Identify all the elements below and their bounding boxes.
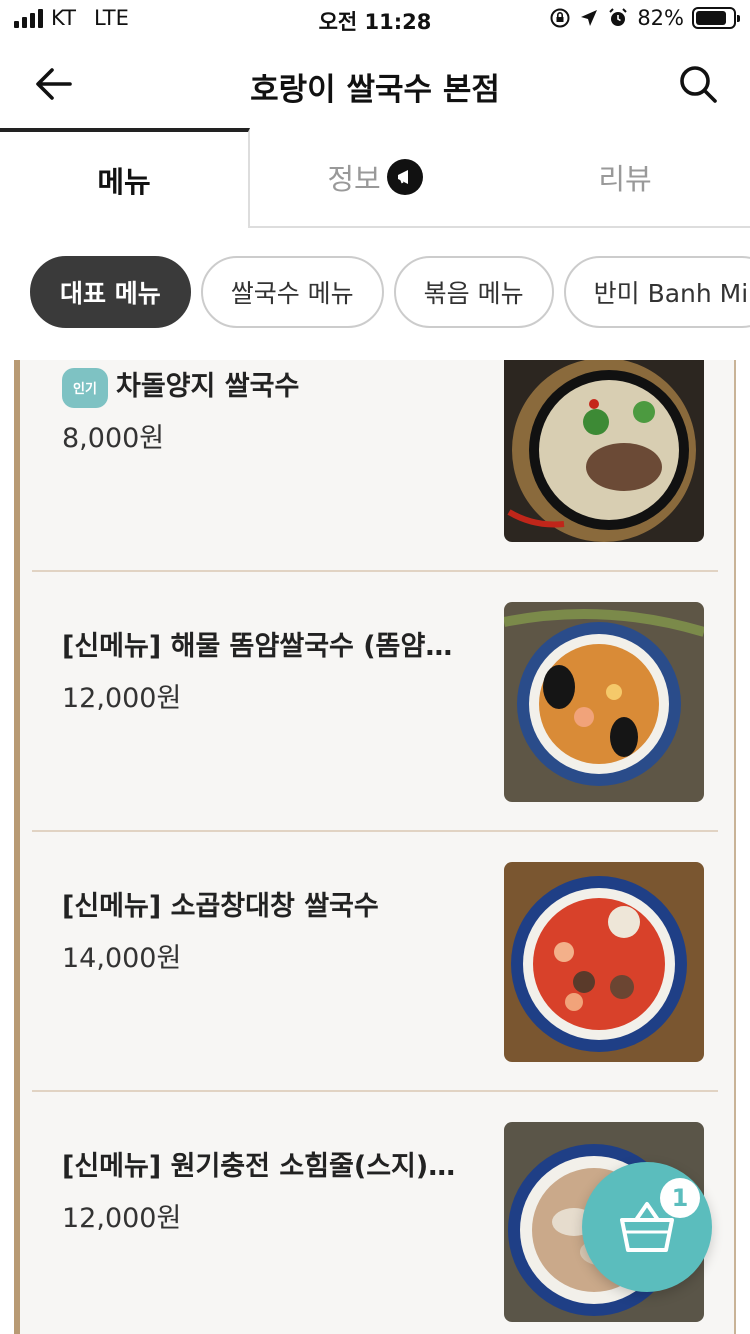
- status-bar: KT LTE 오전 11:28 82%: [0, 0, 750, 40]
- search-button[interactable]: [676, 62, 720, 106]
- chip-stir-fry-menu[interactable]: 볶음 메뉴: [393, 256, 554, 328]
- search-icon: [680, 66, 717, 103]
- tab-info[interactable]: 정보: [250, 128, 500, 228]
- menu-item-photo: [504, 862, 704, 1062]
- menu-item[interactable]: 인기 차돌양지 쌀국수 8,000원: [32, 360, 718, 572]
- menu-item-photo: [504, 602, 704, 802]
- megaphone-icon: [386, 159, 423, 195]
- category-chips: 대표 메뉴 쌀국수 메뉴 볶음 메뉴 반미 Banh Mi: [30, 256, 750, 330]
- page-title: 호랑이 쌀국수 본점: [250, 72, 500, 108]
- tab-info-label: 정보: [327, 162, 381, 196]
- menu-item[interactable]: [신메뉴] 소곱창대창 쌀국수 14,000원: [32, 832, 718, 1092]
- alarm-icon: [609, 8, 628, 26]
- chip-banh-mi-menu[interactable]: 반미 Banh Mi: [563, 256, 750, 328]
- menu-item-name-row: 인기 차돌양지 쌀국수: [62, 364, 462, 408]
- menu-item-name: [신메뉴] 소곱창대창 쌀국수: [62, 891, 379, 922]
- menu-item-name: [신메뉴] 원기충전 소힘줄(스지) 쌀국수: [62, 1151, 462, 1182]
- status-right: 82%: [549, 6, 740, 30]
- top-header: 호랑이 쌀국수 본점: [0, 40, 750, 128]
- tab-reviews-label: 리뷰: [598, 162, 652, 196]
- rotation-lock-icon: [550, 8, 570, 28]
- menu-item-price: 8,000원: [62, 423, 165, 454]
- battery-icon: [692, 7, 740, 29]
- chip-rice-noodle-menu[interactable]: 쌀국수 메뉴: [200, 256, 384, 328]
- menu-item[interactable]: [신메뉴] 해물 똠얌쌀국수 (똠얌꿍) 12,000원: [32, 572, 718, 832]
- menu-item-name: 차돌양지 쌀국수: [116, 371, 300, 402]
- location-icon: [581, 10, 598, 26]
- chip-signature-menu[interactable]: 대표 메뉴: [30, 256, 191, 328]
- menu-item-name: [신메뉴] 해물 똠얌쌀국수 (똠얌꿍): [62, 631, 462, 662]
- menu-item-price: 12,000원: [62, 1203, 182, 1234]
- menu-item-price: 12,000원: [62, 683, 182, 714]
- menu-item-photo: [504, 360, 704, 542]
- popular-badge: 인기: [62, 367, 108, 408]
- battery-percent: 82%: [637, 6, 684, 30]
- tab-reviews[interactable]: 리뷰: [500, 128, 750, 228]
- tab-menu-label: 메뉴: [97, 165, 151, 199]
- cart-count-badge: 1: [660, 1178, 700, 1218]
- menu-item-price: 14,000원: [62, 943, 182, 974]
- tab-menu[interactable]: 메뉴: [0, 128, 250, 228]
- cart-button[interactable]: 1: [582, 1162, 712, 1292]
- store-tabs: 메뉴 정보 리뷰: [0, 128, 750, 228]
